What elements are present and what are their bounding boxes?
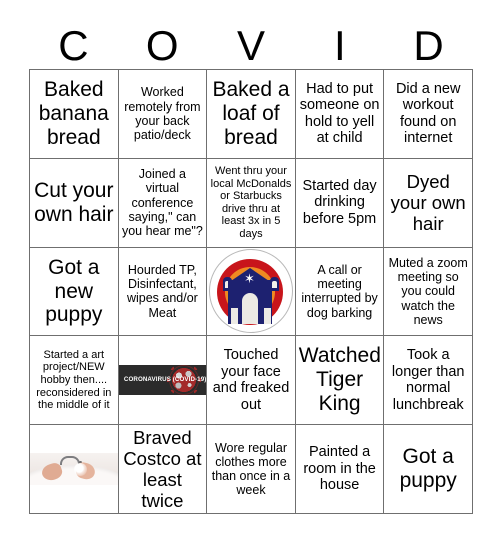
bingo-cell-r2c3[interactable]: Went thru your local McDonalds or Starbu… [207,158,296,248]
bingo-cell-r1c5[interactable]: Did a new workout found on internet [384,70,473,159]
covid-bingo-card: C O V I D Baked banana bread Worked remotely … [0,0,500,544]
bingo-cell-r5c5[interactable]: Got a puppy [384,425,473,514]
bingo-cell-text: Took a longer than normal lunchbreak [391,347,465,413]
bingo-cell-text: Dyed your own hair [390,171,466,235]
bingo-cell-r1c2[interactable]: Worked remotely from your back patio/dec… [118,70,208,159]
bingo-cell-text: Baked a loaf of bread [212,77,290,149]
bingo-grid: Baked banana bread Worked remotely from y… [29,69,473,514]
bingo-cell-r5c4[interactable]: Painted a room in the house [295,425,385,514]
bingo-cell-text: Got a new puppy [45,255,103,327]
bingo-cell-text: Painted a room in the house [303,444,376,494]
bingo-cell-text: Joined a virtual conference saying," can… [121,167,203,239]
bingo-cell-r2c5[interactable]: Dyed your own hair [384,158,473,248]
bingo-cell-text: Worked remotely from your back patio/dec… [124,85,201,143]
bingo-cell-text: Muted a zoom meeting so you could watch … [388,255,468,327]
bingo-cell-r4c1[interactable]: Started a art project/NEW hobby then....… [30,336,119,426]
bingo-cell-text: Cut your own hair [34,178,114,226]
bingo-cell-text: Wore regular clothes more than once in a… [211,440,291,498]
bingo-cell-text: Started day drinking before 5pm [302,177,377,227]
bingo-cell-r1c1[interactable]: Baked banana bread [30,70,119,159]
bingo-header: COVID [29,22,473,69]
bingo-cell-r4c4[interactable]: Watched Tiger King [295,336,385,426]
bingo-cell-r2c2[interactable]: Joined a virtual conference saying," can… [118,158,208,248]
bingo-cell-r3c4[interactable]: A call or meeting interrupted by dog bar… [295,247,385,337]
bingo-cell-r1c4[interactable]: Had to put someone on hold to yell at ch… [295,70,385,159]
bingo-cell-text: Went thru your local McDonalds or Starbu… [210,165,292,240]
bingo-cell-text: Touched your face and freaked out [212,347,290,413]
bingo-cell-r3c5[interactable]: Muted a zoom meeting so you could watch … [384,247,473,337]
bingo-header-letter-5: D [413,21,444,69]
bingo-cell-r3c1[interactable]: Got a new puppy [30,247,119,337]
bingo-header-letter-3: V [236,21,265,69]
bingo-cell-r2c4[interactable]: Started day drinking before 5pm [295,158,385,248]
bingo-cell-r5c3[interactable]: Wore regular clothes more than once in a… [207,425,296,514]
bingo-cell-r3c2[interactable]: Hourded TP, Disinfectant, wipes and/or M… [118,247,208,337]
bingo-cell-text: Got a puppy [399,445,457,493]
bingo-cell-text: A call or meeting interrupted by dog bar… [301,262,378,320]
bingo-cell-r2c1[interactable]: Cut your own hair [30,158,119,248]
coronavirus-banner-label: CORONAVIRUS (COVID-19) [123,376,206,384]
bingo-cell-text: Watched Tiger King [298,344,381,416]
bingo-header-letter-2: O [145,21,179,69]
bingo-cell-r5c1-image[interactable] [30,425,119,514]
bingo-cell-r5c2[interactable]: Braved Costco at least twice [118,425,208,514]
bingo-cell-text: Baked banana bread [38,77,109,149]
bingo-cell-r1c3[interactable]: Baked a loaf of bread [207,70,296,159]
bingo-cell-r4c3[interactable]: Touched your face and freaked out [207,336,296,426]
bingo-cell-text: Did a new workout found on internet [395,80,461,147]
bingo-cell-r4c2-image[interactable]: CORONAVIRUS (COVID-19) [118,336,208,426]
coronavirus-banner-icon: CORONAVIRUS (COVID-19) [118,336,207,424]
bingo-cell-text: Had to put someone on hold to yell at ch… [299,80,380,147]
bingo-header-letter-4: I [333,21,346,69]
bingo-cell-r3c3-image[interactable]: ✶ [207,247,296,337]
bingo-header-letter-1: C [58,21,89,69]
bingo-cell-text: Hourded TP, Disinfectant, wipes and/or M… [126,262,198,320]
bingo-cell-r4c5[interactable]: Took a longer than normal lunchbreak [384,336,473,426]
rainbow-synagogue-badge-icon: ✶ [207,248,295,336]
handwashing-photo-icon [30,425,118,513]
bingo-cell-text: Started a art project/NEW hobby then....… [36,348,112,412]
bingo-cell-text: Braved Costco at least twice [123,426,202,512]
